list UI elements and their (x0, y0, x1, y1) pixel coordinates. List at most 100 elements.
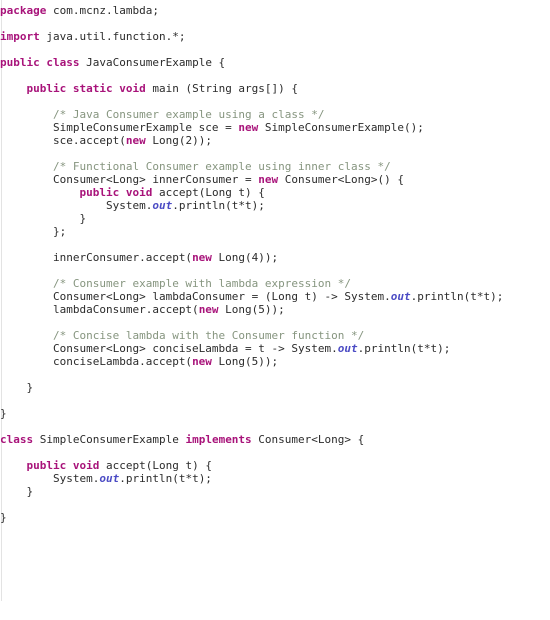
code-line: SimpleConsumerExample sce = new SimpleCo… (0, 121, 550, 134)
code-line: }; (0, 225, 550, 238)
code-line: System.out.println(t*t); (0, 472, 550, 485)
code-text: com.mcnz.lambda; (46, 4, 159, 17)
code-keyword: new (238, 121, 259, 134)
code-text: System. (105, 199, 153, 212)
code-comment: /* Consumer example with lambda expressi… (52, 277, 351, 290)
code-text: } (0, 407, 7, 420)
code-line: lambdaConsumer.accept(new Long(5)); (0, 303, 550, 316)
code-text: .println(t*t); (410, 290, 504, 303)
code-line: } (0, 381, 550, 394)
code-line: /* Consumer example with lambda expressi… (0, 277, 550, 290)
code-line: } (0, 212, 550, 225)
source-code-listing[interactable]: package com.mcnz.lambda; import java.uti… (0, 0, 550, 524)
code-line: package com.mcnz.lambda; (0, 4, 550, 17)
code-line: /* Concise lambda with the Consumer func… (0, 329, 550, 342)
code-text: java.util.function.*; (39, 30, 186, 43)
code-text: Long(2)); (145, 134, 212, 147)
code-text: conciseLambda.accept( (52, 355, 193, 368)
code-comment: /* Concise lambda with the Consumer func… (52, 329, 365, 342)
code-text: }; (52, 225, 67, 238)
code-keyword: import (0, 30, 40, 43)
code-text: } (26, 381, 34, 394)
code-keyword: new (125, 134, 146, 147)
code-field-reference: out (152, 199, 173, 212)
code-comment: /* Java Consumer example using a class *… (52, 108, 325, 121)
code-line: public void accept(Long t) { (0, 459, 550, 472)
code-text: JavaConsumerExample { (79, 56, 226, 69)
code-line: } (0, 407, 550, 420)
code-text: Consumer<Long>() { (278, 173, 405, 186)
code-keyword: implements (185, 433, 252, 446)
code-text: Long(5)); (211, 355, 279, 368)
code-keyword: new (258, 173, 279, 186)
code-text: innerConsumer.accept( (52, 251, 193, 264)
code-line: Consumer<Long> conciseLambda = t -> Syst… (0, 342, 550, 355)
code-field-reference: out (390, 290, 411, 303)
code-line: Consumer<Long> lambdaConsumer = (Long t)… (0, 290, 550, 303)
code-keyword: new (192, 251, 212, 264)
code-line: } (0, 485, 550, 498)
code-text: Consumer<Long> innerConsumer = (52, 173, 259, 186)
code-field-reference: out (337, 342, 358, 355)
code-text: SimpleConsumerExample (33, 433, 186, 446)
code-line: /* Java Consumer example using a class *… (0, 108, 550, 121)
code-text: Consumer<Long> { (251, 433, 365, 446)
code-keyword: public void (79, 186, 153, 199)
code-line: class SimpleConsumerExample implements C… (0, 433, 550, 446)
code-keyword: public static void (26, 82, 146, 95)
code-text: .println(t*t); (119, 472, 212, 485)
code-keyword: new (192, 355, 212, 368)
code-line: System.out.println(t*t); (0, 199, 550, 212)
code-line: public class JavaConsumerExample { (0, 56, 550, 69)
code-comment: /* Functional Consumer example using inn… (52, 160, 391, 173)
code-line: import java.util.function.*; (0, 30, 550, 43)
code-text: System. (52, 472, 100, 485)
code-line: public static void main (String args[]) … (0, 82, 550, 95)
code-line: innerConsumer.accept(new Long(4)); (0, 251, 550, 264)
code-viewer[interactable]: package com.mcnz.lambda; import java.uti… (0, 0, 550, 620)
code-text: } (79, 212, 87, 225)
code-text: sce.accept( (52, 134, 126, 147)
code-keyword: public void (26, 459, 100, 472)
code-text: Consumer<Long> conciseLambda = t -> Syst… (52, 342, 338, 355)
code-line: } (0, 511, 550, 524)
code-text: Long(4)); (211, 251, 279, 264)
code-keyword: new (198, 303, 219, 316)
code-text: } (0, 511, 7, 524)
code-field-reference: out (99, 472, 120, 485)
code-text: lambdaConsumer.accept( (52, 303, 199, 316)
code-text: .println(t*t); (172, 199, 265, 212)
code-line: public void accept(Long t) { (0, 186, 550, 199)
code-line: Consumer<Long> innerConsumer = new Consu… (0, 173, 550, 186)
code-text: SimpleConsumerExample(); (258, 121, 424, 134)
code-text: main (String args[]) { (145, 82, 299, 95)
